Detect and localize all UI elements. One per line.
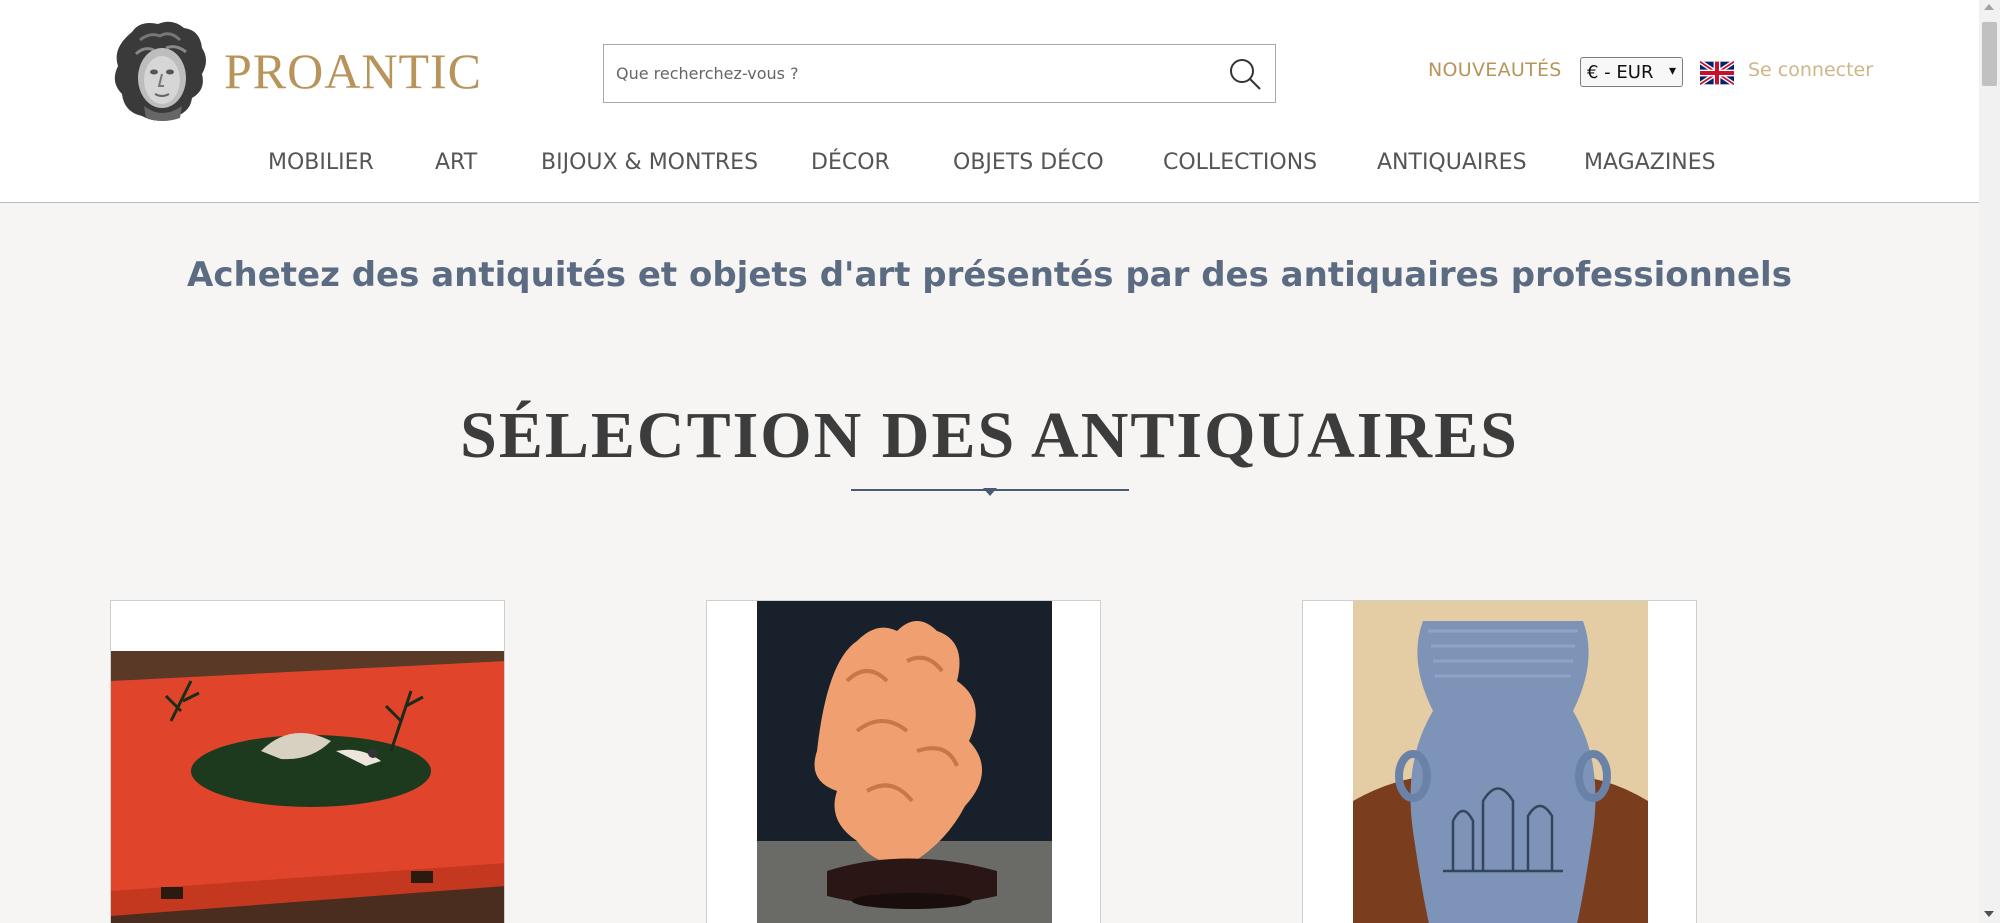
chevron-down-icon: ▾ — [1668, 63, 1676, 79]
nav-item-bijoux-montres[interactable]: BIJOUX & MONTRES — [541, 150, 758, 175]
carved-coral-sculpture-image — [707, 601, 1100, 923]
currency-value: € - EUR — [1587, 61, 1654, 83]
blue-ceramic-vase-image — [1303, 601, 1696, 923]
site-header: PROANTIC NOUVEAUTÉS € - EUR ▾ Se connect… — [0, 0, 1979, 203]
nav-item-antiquaires[interactable]: ANTIQUAIRES — [1377, 150, 1527, 175]
title-divider-ornament — [983, 488, 997, 496]
search-input[interactable] — [604, 45, 1215, 102]
red-lacquer-box-image — [111, 601, 504, 923]
search-icon — [1230, 58, 1261, 90]
nav-item-objets-deco[interactable]: OBJETS DÉCO — [953, 150, 1104, 175]
currency-select[interactable]: € - EUR ▾ — [1580, 57, 1683, 87]
logo-text: PROANTIC — [224, 43, 483, 99]
scrollbar-thumb[interactable] — [1982, 22, 1997, 86]
uk-flag-icon[interactable] — [1700, 61, 1734, 85]
page: PROANTIC NOUVEAUTÉS € - EUR ▾ Se connect… — [0, 0, 1979, 923]
product-card[interactable] — [1302, 600, 1697, 923]
nouveautes-link[interactable]: NOUVEAUTÉS — [1428, 59, 1562, 81]
section-title: SÉLECTION DES ANTIQUAIRES — [460, 399, 1519, 472]
product-card[interactable] — [110, 600, 505, 923]
search-button[interactable] — [1215, 45, 1275, 102]
nav-item-art[interactable]: ART — [435, 150, 477, 175]
scrollbar[interactable] — [1979, 0, 2000, 923]
bust-logo-icon — [114, 21, 206, 121]
product-card[interactable] — [706, 600, 1101, 923]
login-link[interactable]: Se connecter — [1748, 59, 1873, 81]
scroll-up-arrow-icon[interactable] — [1984, 4, 1994, 10]
tagline: Achetez des antiquités et objets d'art p… — [187, 255, 1792, 295]
nav-item-decor[interactable]: DÉCOR — [811, 150, 890, 175]
main-nav: MOBILIER ART BIJOUX & MONTRES DÉCOR OBJE… — [0, 140, 1979, 190]
nav-item-magazines[interactable]: MAGAZINES — [1584, 150, 1716, 175]
scroll-down-arrow-icon[interactable] — [1984, 911, 1994, 917]
nav-item-collections[interactable]: COLLECTIONS — [1163, 150, 1317, 175]
nav-item-mobilier[interactable]: MOBILIER — [268, 150, 374, 175]
logo-link[interactable]: PROANTIC — [110, 20, 482, 122]
search-bar — [603, 44, 1276, 103]
